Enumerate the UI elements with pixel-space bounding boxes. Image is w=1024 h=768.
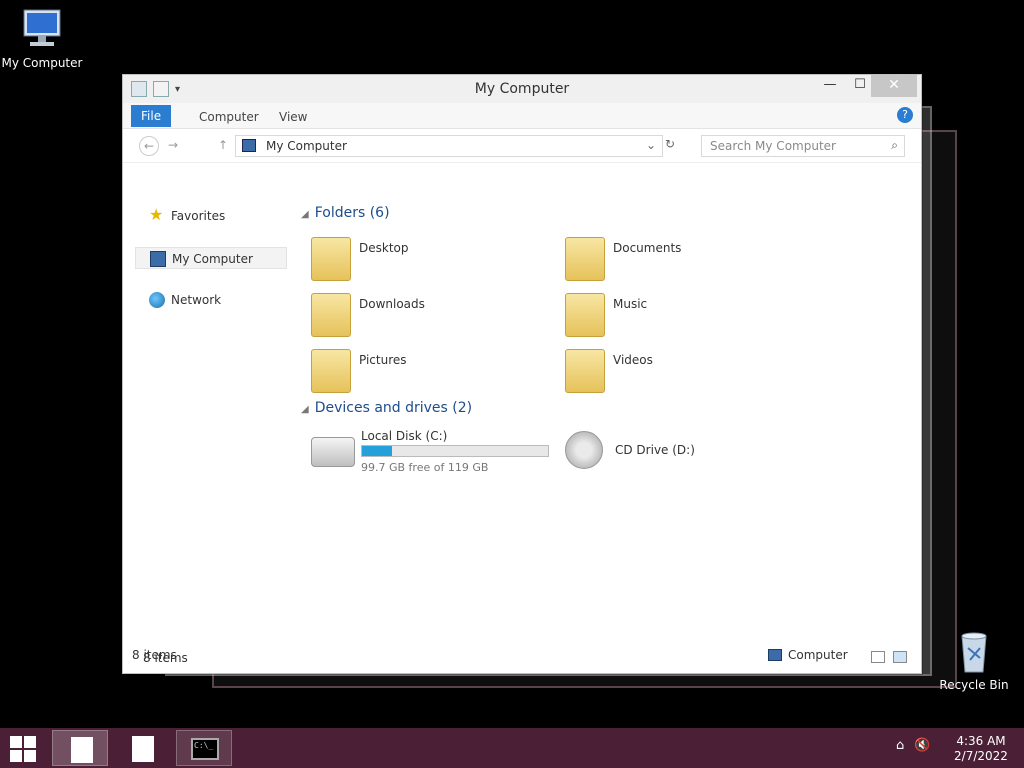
taskbar-app-document[interactable] — [114, 730, 170, 766]
computer-icon — [768, 649, 782, 661]
title-bar[interactable]: ▾ My Computer — ☐ ✕ — [123, 75, 921, 103]
sidebar-item-network[interactable]: Network — [135, 289, 287, 311]
folder-label: Documents — [613, 241, 682, 255]
window-title: My Computer — [474, 81, 570, 97]
location-text: Computer — [788, 648, 848, 662]
folder-icon — [565, 237, 605, 281]
folder-music[interactable]: Music — [565, 293, 785, 343]
drive-usage-fill — [362, 446, 392, 456]
hard-drive-icon — [311, 437, 355, 467]
document-icon — [132, 736, 154, 762]
drive-free-space: 99.7 GB free of 119 GB — [361, 461, 489, 474]
item-count: 8 items — [132, 648, 177, 662]
network-icon — [149, 292, 165, 308]
sidebar-item-label: Network — [171, 293, 222, 307]
desktop-icon-label: Recycle Bin — [939, 678, 1009, 692]
drive-label: CD Drive (D:) — [615, 443, 695, 457]
close-button[interactable]: ✕ — [871, 75, 917, 97]
folder-videos[interactable]: Videos — [565, 349, 785, 399]
folder-label: Videos — [613, 353, 653, 367]
group-header-drives[interactable]: ◢ Devices and drives (2) — [301, 400, 472, 416]
folder-icon — [311, 237, 351, 281]
computer-icon — [150, 251, 166, 267]
taskbar-app-document[interactable] — [52, 730, 108, 766]
search-icon[interactable]: ⌕ — [891, 138, 898, 153]
terminal-icon: C:\_ — [191, 738, 219, 760]
folder-label: Desktop — [359, 241, 409, 255]
tab-computer[interactable]: Computer — [189, 107, 269, 127]
folder-icon — [311, 349, 351, 393]
document-icon — [71, 737, 93, 763]
content-pane: ◢ Folders (6) Desktop Documents Downloads… — [293, 165, 913, 643]
sidebar-item-label: My Computer — [172, 252, 253, 266]
search-input[interactable]: Search My Computer ⌕ — [701, 135, 905, 157]
folder-documents[interactable]: Documents — [565, 237, 785, 287]
system-tray: ⌂ 🔇 — [896, 738, 930, 753]
sidebar-item-my-computer[interactable]: My Computer — [135, 247, 287, 269]
time: 4:36 AM — [956, 734, 1006, 748]
folder-label: Downloads — [359, 297, 425, 311]
taskbar: C:\_ ⌂ 🔇 4:36 AM 2/7/2022 — [0, 728, 1024, 768]
drive-cd[interactable]: CD Drive (D:) — [565, 425, 815, 485]
desktop-icon-label: My Computer — [1, 56, 83, 70]
computer-icon — [242, 139, 256, 152]
collapse-icon: ◢ — [301, 209, 309, 220]
desktop-icon-my-computer[interactable]: My Computer — [0, 8, 84, 70]
group-header-folders[interactable]: ◢ Folders (6) — [301, 205, 390, 221]
refresh-icon[interactable]: ↻ — [665, 137, 675, 151]
network-icon[interactable]: ⌂ — [896, 738, 904, 753]
ghost-status-bar: 8 items Computer — [122, 644, 922, 674]
folder-desktop[interactable]: Desktop — [311, 237, 531, 287]
folder-icon — [565, 349, 605, 393]
computer-icon — [18, 8, 66, 52]
collapse-icon: ◢ — [301, 404, 309, 415]
location-label: Computer — [768, 648, 848, 662]
sidebar-item-label: Favorites — [171, 209, 226, 223]
minimize-button[interactable]: — — [815, 75, 845, 97]
address-text: My Computer — [266, 139, 347, 153]
folder-icon — [311, 293, 351, 337]
help-icon[interactable]: ? — [897, 107, 913, 123]
folder-downloads[interactable]: Downloads — [311, 293, 531, 343]
recycle-bin-icon — [950, 630, 998, 674]
windows-logo-icon — [10, 736, 22, 748]
forward-button[interactable]: → — [163, 136, 183, 156]
drive-usage-bar — [361, 445, 549, 457]
folder-label: Pictures — [359, 353, 407, 367]
sidebar-item-favorites[interactable]: ★ Favorites — [135, 205, 287, 227]
drive-local-disk[interactable]: Local Disk (C:) 99.7 GB free of 119 GB — [311, 425, 561, 485]
tab-view[interactable]: View — [269, 107, 317, 127]
address-bar-row: ← → ↑ My Computer ⌄ ↻ Search My Computer… — [123, 129, 921, 163]
group-title: Devices and drives (2) — [314, 400, 473, 416]
start-button[interactable] — [8, 734, 40, 762]
up-button[interactable]: ↑ — [213, 136, 233, 156]
group-title: Folders (6) — [314, 205, 390, 221]
folder-pictures[interactable]: Pictures — [311, 349, 531, 399]
cd-drive-icon — [565, 431, 603, 469]
date: 2/7/2022 — [954, 749, 1008, 763]
search-placeholder: Search My Computer — [710, 139, 836, 153]
address-field[interactable]: My Computer ⌄ — [235, 135, 663, 157]
chevron-down-icon[interactable]: ⌄ — [646, 138, 656, 152]
ribbon: File Computer View ? — [123, 103, 921, 129]
navigation-pane: ★ Favorites My Computer Network — [123, 165, 293, 643]
folder-label: Music — [613, 297, 648, 311]
drive-label: Local Disk (C:) — [361, 429, 448, 443]
volume-muted-icon[interactable]: 🔇 — [914, 738, 930, 753]
folder-icon — [565, 293, 605, 337]
desktop-icon-recycle-bin[interactable]: Recycle Bin — [932, 630, 1016, 692]
tab-file[interactable]: File — [131, 105, 172, 127]
clock[interactable]: 4:36 AM 2/7/2022 — [946, 734, 1016, 764]
explorer-window[interactable]: ▾ My Computer — ☐ ✕ File Computer View ?… — [122, 74, 922, 674]
back-button[interactable]: ← — [139, 136, 159, 156]
star-icon: ★ — [149, 205, 164, 224]
taskbar-app-command-prompt[interactable]: C:\_ — [176, 730, 232, 766]
